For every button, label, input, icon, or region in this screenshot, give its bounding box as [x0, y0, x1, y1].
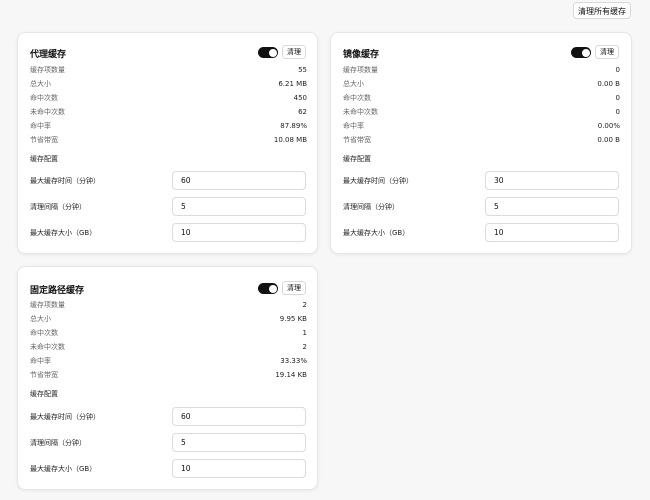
stat-value: 450: [293, 94, 307, 102]
stat-label: 命中次数: [343, 94, 371, 102]
stat-row: 节省带宽 0.00 B: [343, 134, 620, 146]
config-section-title: 缓存配置: [30, 155, 58, 163]
stat-label: 总大小: [30, 315, 51, 323]
stat-label: 节省带宽: [30, 371, 58, 379]
toggle-knob: [268, 284, 277, 293]
stat-label: 未命中次数: [343, 108, 378, 116]
stat-label: 未命中次数: [30, 343, 65, 351]
config-label: 清理间隔（分钟）: [343, 203, 399, 211]
stat-label: 节省带宽: [343, 136, 371, 144]
max-cache-time-input[interactable]: 60: [172, 407, 306, 426]
stat-value: 0: [615, 66, 620, 74]
stat-row: 缓存项数量 55: [30, 64, 307, 76]
stat-label: 缓存项数量: [30, 301, 65, 309]
clear-button[interactable]: 清理: [282, 281, 306, 295]
enable-toggle[interactable]: [258, 47, 278, 58]
proxy-cache-card: 代理缓存 清理 缓存项数量 55 总大小 6.21 MB 命中次数 450 未命中次数…: [17, 32, 318, 254]
stat-row: 总大小 0.00 B: [343, 78, 620, 90]
stat-label: 总大小: [343, 80, 364, 88]
stat-value: 0: [615, 94, 620, 102]
enable-toggle[interactable]: [571, 47, 591, 58]
card-title: 代理缓存: [30, 50, 67, 60]
clear-all-cache-button[interactable]: 清理所有缓存: [573, 2, 631, 19]
stat-row: 未命中次数 62: [30, 106, 307, 118]
clear-button[interactable]: 清理: [595, 45, 619, 59]
clear-button[interactable]: 清理: [282, 45, 306, 59]
stat-row: 节省带宽 10.08 MB: [30, 134, 307, 146]
stat-value: 19.14 KB: [275, 371, 307, 379]
config-section-title: 缓存配置: [30, 390, 58, 398]
stat-value: 0.00 B: [597, 136, 620, 144]
card-title: 固定路径缓存: [30, 286, 85, 296]
toggle-knob: [581, 48, 590, 57]
stat-label: 命中率: [30, 357, 51, 365]
stat-value: 1: [302, 329, 307, 337]
card-title: 镜像缓存: [343, 50, 380, 60]
stat-value: 2: [302, 343, 307, 351]
cleanup-interval-input[interactable]: 5: [485, 197, 619, 216]
config-label: 清理间隔（分钟）: [30, 203, 86, 211]
max-cache-time-input[interactable]: 60: [172, 171, 306, 190]
stat-value: 0.00 B: [597, 80, 620, 88]
max-cache-size-input[interactable]: 10: [172, 459, 306, 478]
stat-row: 命中次数 0: [343, 92, 620, 104]
stat-value: 9.95 KB: [279, 315, 307, 323]
stat-row: 缓存项数量 0: [343, 64, 620, 76]
stat-row: 未命中次数 2: [30, 341, 307, 353]
config-label: 最大缓存时间（分钟）: [343, 177, 413, 185]
stat-label: 命中次数: [30, 329, 58, 337]
config-section-title: 缓存配置: [343, 155, 371, 163]
config-label: 最大缓存大小（GB）: [30, 465, 97, 473]
stat-row: 节省带宽 19.14 KB: [30, 369, 307, 381]
max-cache-size-input[interactable]: 10: [485, 223, 619, 242]
config-label: 清理间隔（分钟）: [30, 439, 86, 447]
config-label: 最大缓存时间（分钟）: [30, 177, 100, 185]
stat-row: 命中次数 450: [30, 92, 307, 104]
max-cache-time-input[interactable]: 30: [485, 171, 619, 190]
toggle-knob: [268, 48, 277, 57]
max-cache-size-input[interactable]: 10: [172, 223, 306, 242]
enable-toggle[interactable]: [258, 283, 278, 294]
cleanup-interval-input[interactable]: 5: [172, 197, 306, 216]
stat-value: 62: [298, 108, 307, 116]
stat-row: 总大小 6.21 MB: [30, 78, 307, 90]
stat-value: 55: [298, 66, 307, 74]
config-label: 最大缓存大小（GB）: [343, 229, 410, 237]
stat-label: 命中率: [343, 122, 364, 130]
fixed-path-cache-card: 固定路径缓存 清理 缓存项数量 2 总大小 9.95 KB 命中次数 1 未命中次数 2…: [17, 266, 318, 490]
stat-value: 87.89%: [280, 122, 307, 130]
stat-value: 2: [302, 301, 307, 309]
stat-row: 未命中次数 0: [343, 106, 620, 118]
stat-value: 6.21 MB: [278, 80, 307, 88]
stat-row: 总大小 9.95 KB: [30, 313, 307, 325]
stat-value: 10.08 MB: [273, 136, 307, 144]
stat-value: 0.00%: [597, 122, 620, 130]
stat-label: 命中次数: [30, 94, 58, 102]
cleanup-interval-input[interactable]: 5: [172, 433, 306, 452]
stat-label: 缓存项数量: [30, 66, 65, 74]
stat-label: 命中率: [30, 122, 51, 130]
stat-label: 总大小: [30, 80, 51, 88]
stat-label: 未命中次数: [30, 108, 65, 116]
stat-row: 命中率 87.89%: [30, 120, 307, 132]
stat-row: 缓存项数量 2: [30, 299, 307, 311]
stat-row: 命中率 33.33%: [30, 355, 307, 367]
config-label: 最大缓存时间（分钟）: [30, 413, 100, 421]
stat-row: 命中次数 1: [30, 327, 307, 339]
stat-row: 命中率 0.00%: [343, 120, 620, 132]
stat-label: 节省带宽: [30, 136, 58, 144]
stat-value: 33.33%: [280, 357, 307, 365]
mirror-cache-card: 镜像缓存 清理 缓存项数量 0 总大小 0.00 B 命中次数 0 未命中次数 0 命中…: [330, 32, 632, 254]
stat-value: 0: [615, 108, 620, 116]
stat-label: 缓存项数量: [343, 66, 378, 74]
config-label: 最大缓存大小（GB）: [30, 229, 97, 237]
